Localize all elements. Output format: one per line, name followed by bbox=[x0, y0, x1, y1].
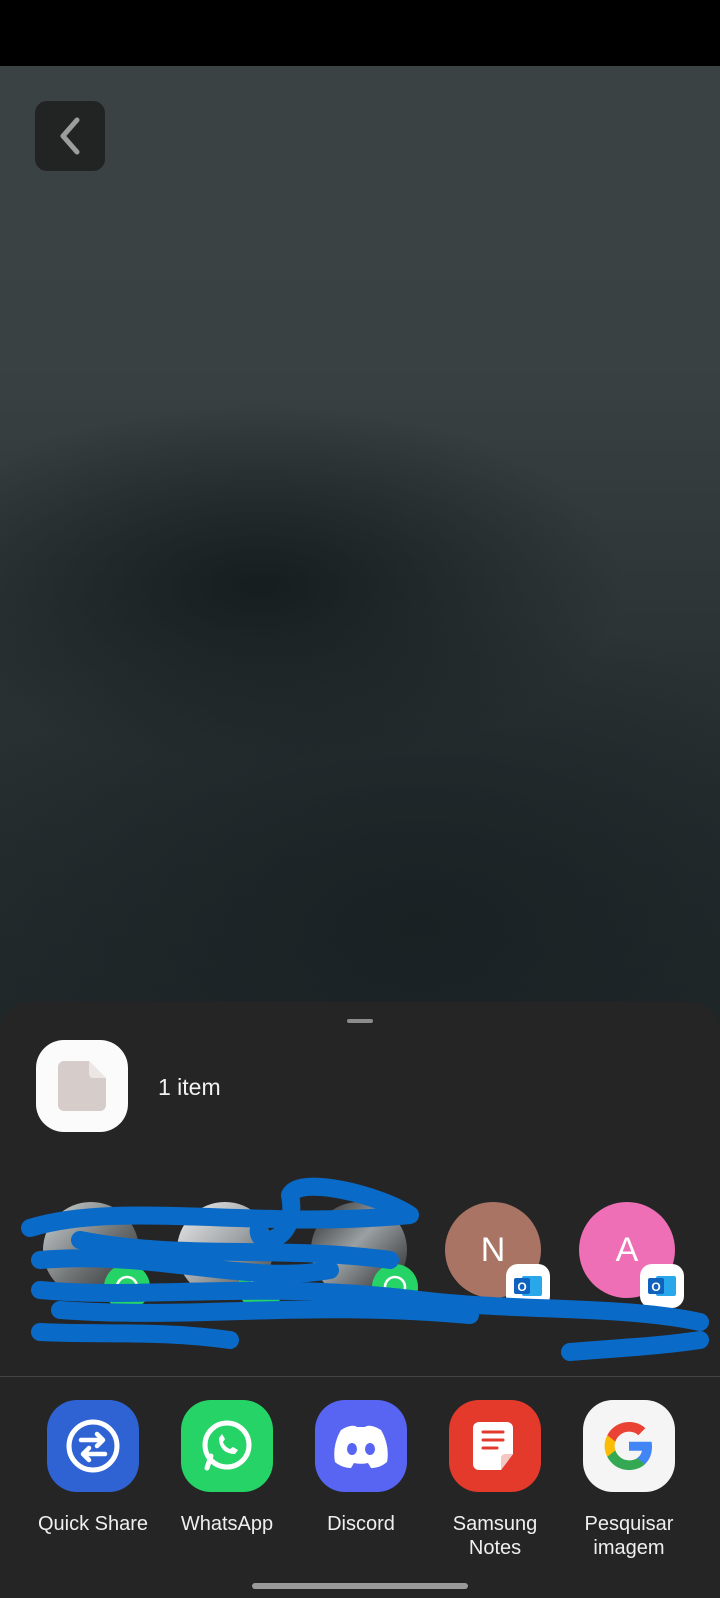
divider bbox=[0, 1376, 720, 1377]
app-label: WhatsApp bbox=[180, 1513, 274, 1535]
contact-item[interactable] bbox=[160, 1202, 290, 1372]
discord-icon bbox=[315, 1400, 407, 1492]
app-label: Discord bbox=[327, 1513, 395, 1535]
share-apps-row: Quick Share WhatsApp Discord Samsung Not… bbox=[0, 1400, 720, 1580]
quick-share-icon bbox=[47, 1400, 139, 1492]
outlook-icon: O bbox=[506, 1264, 550, 1308]
app-label: Samsung Notes bbox=[452, 1513, 538, 1559]
item-count: 1 item bbox=[158, 1074, 221, 1100]
contact-item[interactable]: A O bbox=[562, 1202, 692, 1372]
status-bar bbox=[0, 0, 720, 66]
file-icon bbox=[58, 1061, 106, 1111]
app-google-search-image[interactable]: Pesquisar imagem bbox=[562, 1400, 696, 1580]
whatsapp-icon bbox=[104, 1264, 150, 1310]
sheet-drag-handle[interactable] bbox=[347, 1019, 373, 1023]
background-image bbox=[0, 66, 720, 1066]
app-samsung-notes[interactable]: Samsung Notes bbox=[428, 1400, 562, 1580]
contact-item[interactable] bbox=[26, 1202, 156, 1372]
samsung-notes-icon bbox=[449, 1400, 541, 1492]
app-label: Pesquisar imagem bbox=[584, 1513, 674, 1559]
app-quick-share[interactable]: Quick Share bbox=[26, 1400, 160, 1580]
gesture-nav-bar[interactable] bbox=[252, 1583, 468, 1589]
svg-text:O: O bbox=[651, 1280, 660, 1294]
avatar-initial: N bbox=[480, 1230, 506, 1269]
app-discord[interactable]: Discord bbox=[294, 1400, 428, 1580]
whatsapp-icon bbox=[238, 1264, 284, 1310]
whatsapp-icon bbox=[372, 1264, 418, 1310]
app-label: Quick Share bbox=[37, 1513, 149, 1535]
contact-item[interactable]: N O bbox=[428, 1202, 558, 1372]
app-whatsapp[interactable]: WhatsApp bbox=[160, 1400, 294, 1580]
chevron-left-icon bbox=[60, 117, 80, 155]
contact-item[interactable] bbox=[294, 1202, 424, 1372]
whatsapp-icon bbox=[181, 1400, 273, 1492]
outlook-icon: O bbox=[640, 1264, 684, 1308]
avatar-initial: A bbox=[615, 1230, 639, 1269]
back-button[interactable] bbox=[35, 101, 105, 171]
direct-share-contacts: N O A O bbox=[0, 1202, 720, 1372]
file-thumbnail bbox=[36, 1040, 128, 1132]
google-icon bbox=[583, 1400, 675, 1492]
share-sheet: 1 item N O A O Quick Share WhatsApp Disc… bbox=[0, 1002, 720, 1598]
svg-text:O: O bbox=[517, 1280, 526, 1294]
